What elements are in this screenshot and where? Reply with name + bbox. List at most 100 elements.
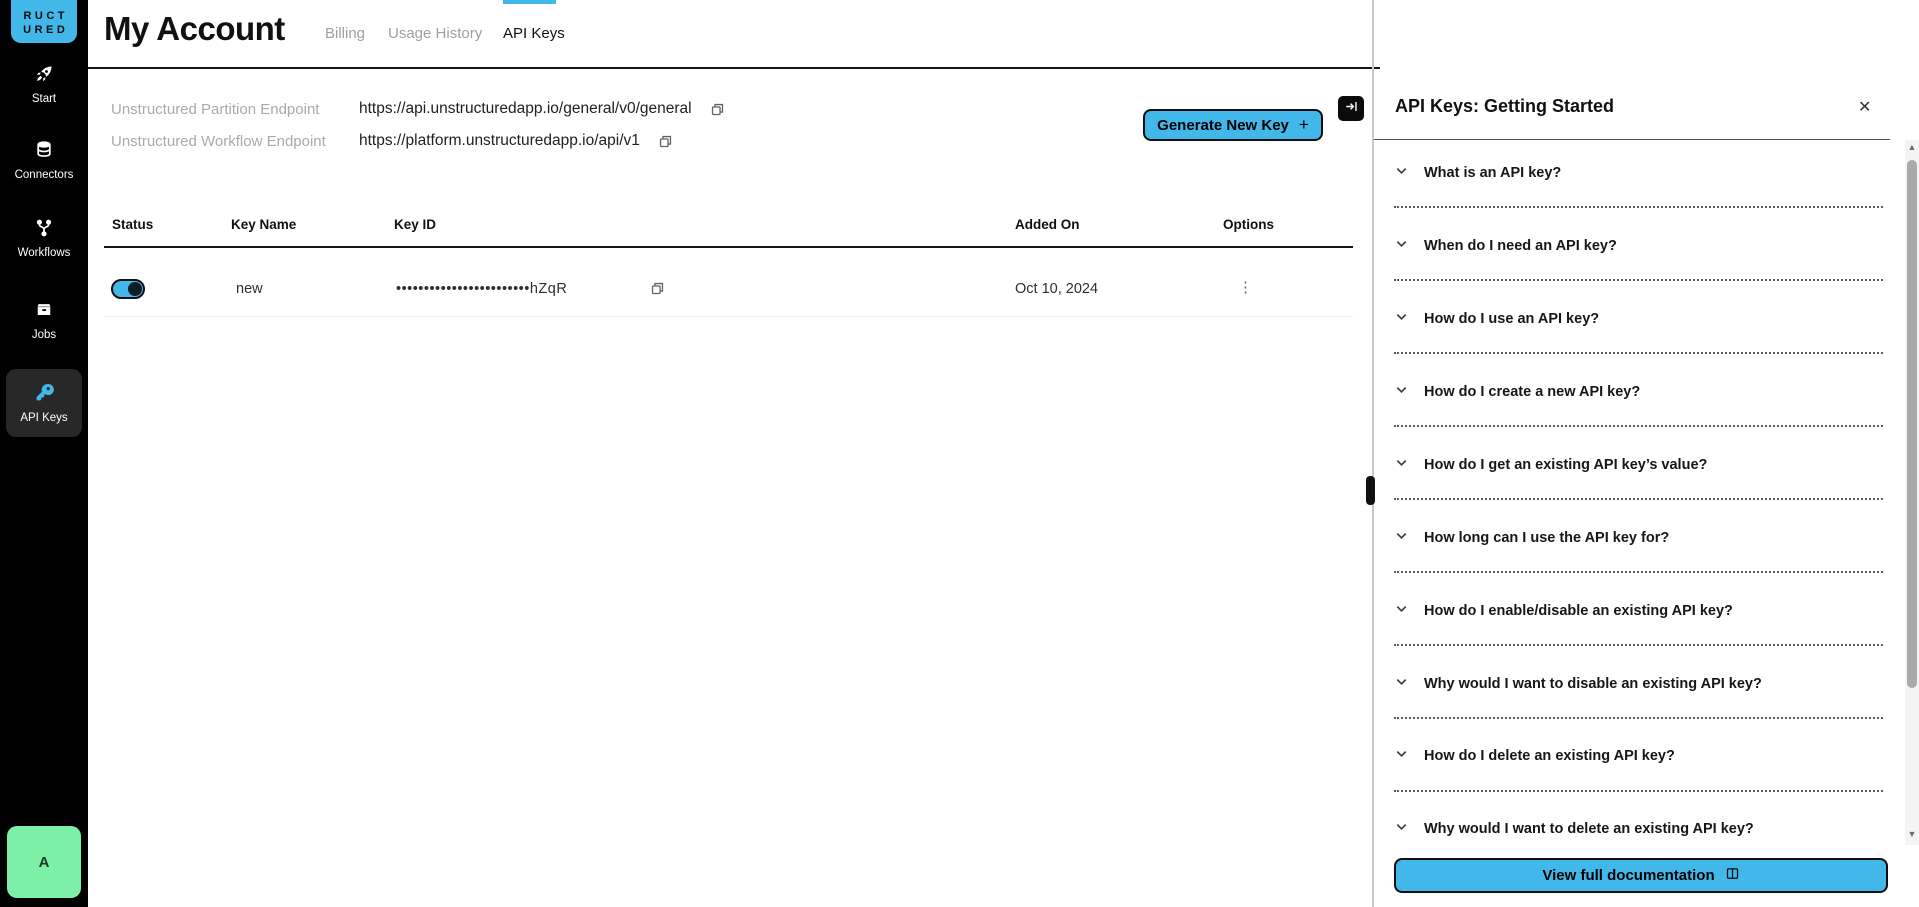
box-icon: [34, 300, 54, 325]
toggle-knob: [128, 282, 142, 296]
endpoint-url: https://api.unstructuredapp.io/general/v…: [359, 100, 692, 118]
table-header-divider: [104, 246, 1353, 248]
dotted-divider: [1394, 425, 1883, 427]
faq-item[interactable]: How do I enable/disable an existing API …: [1394, 601, 1884, 621]
view-full-documentation-button[interactable]: View full documentation: [1394, 858, 1888, 893]
panel-header-divider: [1374, 139, 1890, 140]
col-header-key-id: Key ID: [394, 217, 436, 232]
active-tab-indicator: [503, 0, 556, 4]
faq-question: Why would I want to delete an existing A…: [1424, 821, 1754, 837]
chevron-down-icon: [1394, 746, 1409, 766]
arrow-to-bar-icon: [1345, 100, 1358, 118]
copy-icon[interactable]: [658, 134, 673, 149]
added-on-cell: Oct 10, 2024: [1015, 281, 1098, 297]
generate-new-key-button[interactable]: Generate New Key +: [1143, 109, 1323, 141]
row-options-kebab-icon[interactable]: ⋮: [1238, 277, 1253, 299]
chevron-down-icon: [1394, 163, 1409, 183]
chevron-down-icon: [1394, 309, 1409, 329]
dotted-divider: [1394, 498, 1883, 500]
faq-item[interactable]: How long can I use the API key for?: [1394, 528, 1884, 548]
workflow-endpoint-row: Unstructured Workflow Endpoint https://p…: [111, 132, 673, 150]
faq-question: When do I need an API key?: [1424, 238, 1617, 254]
faq-question: How do I create a new API key?: [1424, 384, 1640, 400]
rocket-icon: [34, 64, 54, 89]
chevron-down-icon: [1394, 819, 1409, 839]
faq-item[interactable]: How do I get an existing API key’s value…: [1394, 455, 1884, 475]
chevron-down-icon: [1394, 601, 1409, 621]
faq-question: How do I use an API key?: [1424, 311, 1599, 327]
sidebar-item-label: Start: [32, 93, 56, 105]
copy-icon[interactable]: [710, 102, 725, 117]
faq-item[interactable]: Why would I want to disable an existing …: [1394, 674, 1884, 694]
dotted-divider: [1394, 717, 1883, 719]
chevron-down-icon: [1394, 528, 1409, 548]
sidebar-item-workflows[interactable]: Workflows: [0, 218, 88, 259]
tab-api-keys[interactable]: API Keys: [503, 25, 565, 42]
open-book-icon: [1725, 866, 1740, 885]
faq-item[interactable]: How do I use an API key?: [1394, 309, 1884, 329]
key-status-toggle[interactable]: [111, 279, 145, 299]
sidebar-item-label: Jobs: [32, 329, 56, 341]
faq-item[interactable]: Why would I want to delete an existing A…: [1394, 819, 1884, 839]
dotted-divider: [1394, 571, 1883, 573]
sidebar-item-connectors[interactable]: Connectors: [0, 140, 88, 181]
col-header-options: Options: [1223, 217, 1274, 232]
faq-item[interactable]: What is an API key?: [1394, 163, 1884, 183]
dotted-divider: [1394, 279, 1883, 281]
faq-item[interactable]: When do I need an API key?: [1394, 236, 1884, 256]
plus-icon: +: [1299, 115, 1309, 135]
scrollbar-down-arrow[interactable]: ▼: [1905, 829, 1919, 839]
endpoint-url: https://platform.unstructuredapp.io/api/…: [359, 132, 640, 150]
tab-billing[interactable]: Billing: [325, 25, 365, 42]
faq-question: How do I delete an existing API key?: [1424, 748, 1675, 764]
panel-resize-handle[interactable]: [1366, 476, 1375, 505]
faq-question: Why would I want to disable an existing …: [1424, 676, 1762, 692]
table-row-divider: [104, 316, 1353, 317]
database-icon: [34, 140, 54, 165]
panel-left-border: [1372, 0, 1374, 907]
faq-question: How do I enable/disable an existing API …: [1424, 603, 1733, 619]
user-avatar[interactable]: A: [7, 826, 81, 898]
sidebar-item-jobs[interactable]: Jobs: [0, 300, 88, 341]
logo-line: URED: [20, 23, 69, 37]
generate-new-key-label: Generate New Key: [1157, 117, 1289, 134]
doc-button-label: View full documentation: [1542, 867, 1714, 884]
dotted-divider: [1394, 206, 1883, 208]
faq-item[interactable]: How do I delete an existing API key?: [1394, 746, 1884, 766]
faq-question: What is an API key?: [1424, 165, 1561, 181]
sidebar-item-label: Connectors: [15, 169, 74, 181]
faq-item[interactable]: How do I create a new API key?: [1394, 382, 1884, 402]
close-icon[interactable]: ✕: [1858, 97, 1871, 117]
panel-title: API Keys: Getting Started: [1395, 96, 1614, 117]
faq-question: How long can I use the API key for?: [1424, 530, 1669, 546]
faq-question: How do I get an existing API key’s value…: [1424, 457, 1707, 473]
sidebar-item-api-keys[interactable]: API Keys: [6, 369, 82, 437]
scrollbar-thumb[interactable]: [1907, 160, 1917, 688]
dotted-divider: [1394, 644, 1883, 646]
col-header-added-on: Added On: [1015, 217, 1080, 232]
partition-endpoint-row: Unstructured Partition Endpoint https://…: [111, 100, 725, 118]
key-id-cell: ••••••••••••••••••••••••hZqR: [396, 281, 567, 297]
chevron-down-icon: [1394, 382, 1409, 402]
sidebar-item-start[interactable]: Start: [0, 64, 88, 105]
unstructured-logo[interactable]: RUCT URED: [11, 0, 77, 43]
col-header-key-name: Key Name: [231, 217, 296, 232]
chevron-down-icon: [1394, 455, 1409, 475]
chevron-down-icon: [1394, 674, 1409, 694]
sidebar: RUCT URED Start Connectors: [0, 0, 88, 907]
copy-icon[interactable]: [650, 281, 665, 296]
col-header-status: Status: [112, 217, 153, 232]
dotted-divider: [1394, 790, 1883, 792]
sidebar-item-label: API Keys: [20, 412, 67, 424]
sidebar-item-label: Workflows: [18, 247, 71, 259]
collapse-panel-button[interactable]: [1338, 96, 1364, 121]
tab-usage-history[interactable]: Usage History: [388, 25, 482, 42]
page-title: My Account: [104, 10, 285, 48]
header-divider: [88, 67, 1380, 69]
chevron-down-icon: [1394, 236, 1409, 256]
branch-icon: [34, 218, 54, 243]
key-name-cell: new: [236, 281, 263, 297]
key-icon: [34, 382, 55, 408]
endpoint-label: Unstructured Partition Endpoint: [111, 101, 359, 118]
scrollbar-up-arrow[interactable]: ▲: [1905, 142, 1919, 152]
